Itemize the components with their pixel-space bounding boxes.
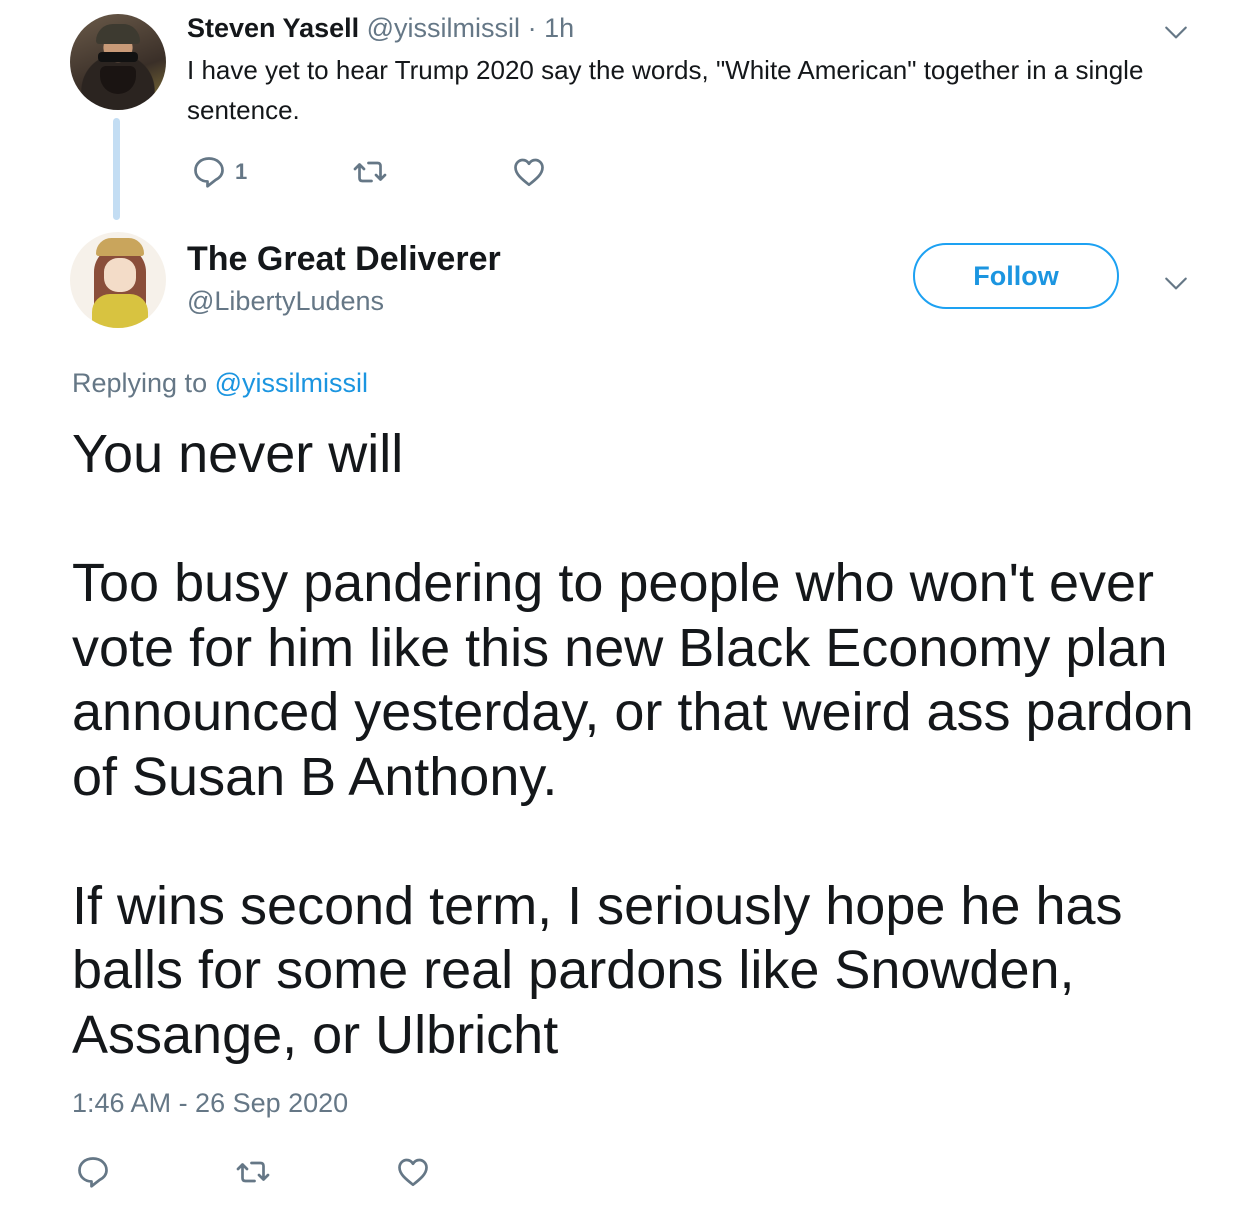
- reply-count: 1: [235, 159, 248, 184]
- parent-tweet-header: Steven Yasell @yissilmissil · 1h: [187, 13, 574, 44]
- parent-tweet-text: I have yet to hear Trump 2020 say the wo…: [187, 55, 1144, 125]
- parent-author-handle[interactable]: @yissilmissil: [367, 13, 520, 43]
- reply-paragraph: You never will: [72, 424, 404, 484]
- replying-to-mention[interactable]: @yissilmissil: [215, 368, 368, 398]
- replying-to-line: Replying to @yissilmissil: [72, 368, 368, 399]
- reply-paragraph: If wins second term, I seriously hope he…: [72, 875, 1123, 1065]
- chevron-down-icon[interactable]: [1163, 19, 1189, 45]
- replying-to-label: Replying to: [72, 368, 208, 398]
- reply-author-name[interactable]: The Great Deliverer: [187, 240, 501, 279]
- reply-tweet-text: You never will Too busy pandering to peo…: [72, 422, 1222, 1067]
- retweet-icon: [236, 1161, 270, 1183]
- like-button[interactable]: [395, 1154, 431, 1190]
- reply-icon: [194, 157, 224, 188]
- retweet-button[interactable]: [352, 154, 388, 190]
- heart-icon: [514, 158, 544, 187]
- reply-paragraph: Too busy pandering to people who won't e…: [72, 553, 1194, 807]
- parent-author-name[interactable]: Steven Yasell: [187, 13, 359, 43]
- heart-icon: [398, 1158, 428, 1187]
- like-button[interactable]: [511, 154, 547, 190]
- great-deliverer-avatar[interactable]: [70, 232, 166, 328]
- parent-tweet-time[interactable]: 1h: [544, 13, 574, 43]
- reply-author-handle[interactable]: @LibertyLudens: [187, 286, 384, 317]
- reply-timestamp[interactable]: 1:46 AM - 26 Sep 2020: [72, 1088, 348, 1119]
- thread-connector-line: [113, 118, 120, 220]
- reply-button[interactable]: 1: [191, 154, 247, 190]
- reply-button[interactable]: [75, 1154, 111, 1190]
- parent-time-separator: ·: [527, 13, 537, 43]
- chevron-down-icon[interactable]: [1163, 270, 1189, 296]
- follow-button[interactable]: Follow: [913, 243, 1119, 309]
- steven-yasell-avatar[interactable]: [70, 14, 166, 110]
- retweet-button[interactable]: [235, 1154, 271, 1190]
- reply-icon: [78, 1157, 108, 1188]
- retweet-icon: [353, 161, 387, 183]
